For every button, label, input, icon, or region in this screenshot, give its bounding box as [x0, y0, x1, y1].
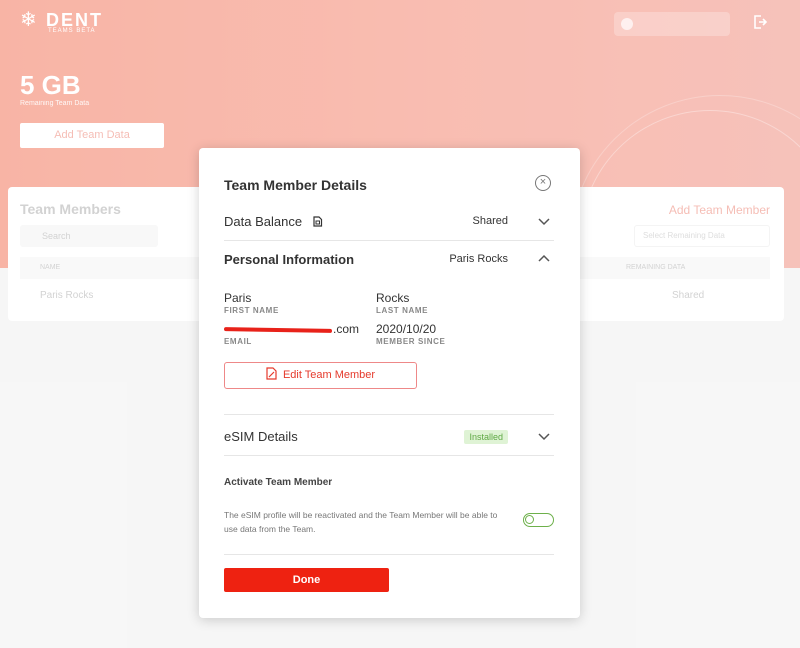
email-label: EMAIL: [224, 337, 252, 346]
esim-details-row[interactable]: eSIM Details Installed: [224, 418, 554, 456]
done-button[interactable]: Done: [224, 568, 389, 592]
member-since-value: 2020/10/20: [376, 322, 437, 336]
last-name-label: LAST NAME: [376, 306, 429, 315]
modal-title: Team Member Details: [224, 177, 367, 193]
first-name-label: FIRST NAME: [224, 306, 279, 315]
personal-information-row[interactable]: Personal Information Paris Rocks: [224, 241, 554, 279]
last-name-value: Rocks: [376, 291, 410, 305]
chevron-up-icon[interactable]: [538, 253, 550, 265]
chevron-down-icon[interactable]: [538, 430, 550, 442]
first-name-value: Paris: [224, 291, 252, 305]
data-balance-label: Data Balance: [224, 214, 323, 229]
personal-information-label: Personal Information: [224, 252, 355, 267]
divider: [224, 554, 554, 555]
chevron-down-icon[interactable]: [538, 215, 550, 227]
sim-card-icon: [313, 216, 322, 227]
email-redaction-mark: [223, 327, 333, 333]
divider: [224, 414, 554, 415]
close-icon[interactable]: ×: [535, 175, 551, 191]
divider: [224, 455, 554, 456]
edit-team-member-button[interactable]: Edit Team Member: [224, 362, 417, 389]
esim-details-label: eSIM Details: [224, 429, 298, 444]
installed-status-badge: Installed: [464, 430, 508, 444]
edit-document-icon: [266, 367, 277, 380]
activate-team-member-title: Activate Team Member: [224, 477, 333, 488]
toggle-knob: [525, 515, 534, 524]
activate-description: The eSIM profile will be reactivated and…: [224, 510, 498, 534]
activate-toggle[interactable]: [523, 513, 554, 527]
member-since-label: MEMBER SINCE: [376, 337, 446, 346]
data-balance-row[interactable]: Data Balance Shared: [224, 203, 554, 241]
personal-information-value: Paris Rocks: [449, 253, 508, 265]
email-value: .com: [333, 322, 360, 336]
data-balance-value: Shared: [472, 215, 508, 227]
team-member-details-modal: Team Member Details × Data Balance Share…: [199, 148, 580, 618]
